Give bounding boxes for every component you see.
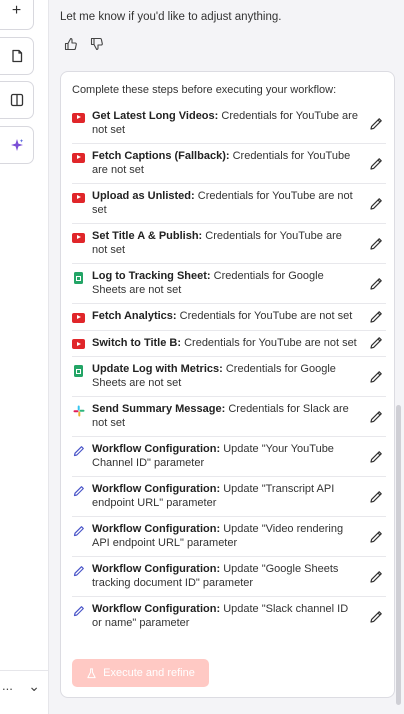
step-node-name: Workflow Configuration: bbox=[92, 443, 221, 455]
scrollbar-thumb[interactable] bbox=[396, 405, 401, 705]
checklist-step[interactable]: Update Log with Metrics: Credentials for… bbox=[72, 357, 386, 397]
feedback-buttons bbox=[64, 37, 104, 51]
execute-label: Execute and refine bbox=[103, 667, 195, 679]
pencil-config-icon bbox=[72, 605, 85, 616]
youtube-icon bbox=[72, 232, 85, 243]
thumbs-up-icon[interactable] bbox=[64, 37, 78, 51]
edit-pencil-icon[interactable] bbox=[368, 156, 384, 172]
pencil-config-icon bbox=[72, 445, 85, 456]
edit-pencil-icon[interactable] bbox=[368, 409, 384, 425]
checklist-steps: Get Latest Long Videos: Credentials for … bbox=[72, 104, 386, 636]
checklist-step[interactable]: Get Latest Long Videos: Credentials for … bbox=[72, 104, 386, 144]
flask-icon bbox=[87, 667, 96, 678]
step-text: Switch to Title B: Credentials for YouTu… bbox=[92, 337, 357, 351]
edit-pencil-icon[interactable] bbox=[368, 449, 384, 465]
youtube-icon bbox=[72, 312, 85, 323]
checklist-step[interactable]: Workflow Configuration: Update "Slack ch… bbox=[72, 597, 386, 636]
step-node-name: Set Title A & Publish: bbox=[92, 230, 203, 242]
checklist-step[interactable]: Workflow Configuration: Update "Video re… bbox=[72, 517, 386, 557]
edit-pencil-icon[interactable] bbox=[368, 116, 384, 132]
step-node-name: Get Latest Long Videos: bbox=[92, 110, 219, 122]
notes-button[interactable] bbox=[0, 37, 34, 75]
slack-icon bbox=[72, 405, 85, 416]
step-text: Workflow Configuration: Update "Slack ch… bbox=[92, 603, 360, 630]
step-node-name: Upload as Unlisted: bbox=[92, 190, 195, 202]
checklist-step[interactable]: Fetch Captions (Fallback): Credentials f… bbox=[72, 144, 386, 184]
edit-pencil-icon[interactable] bbox=[368, 236, 384, 252]
step-node-name: Workflow Configuration: bbox=[92, 563, 221, 575]
pencil-config-icon bbox=[72, 485, 85, 496]
edit-pencil-icon[interactable] bbox=[368, 609, 384, 625]
checklist-step[interactable]: Set Title A & Publish: Credentials for Y… bbox=[72, 224, 386, 264]
step-node-name: Update Log with Metrics: bbox=[92, 363, 223, 375]
rail-footer: ... ⌄ bbox=[0, 670, 48, 700]
step-node-name: Log to Tracking Sheet: bbox=[92, 270, 211, 282]
more-options-icon[interactable]: ... bbox=[2, 678, 13, 693]
step-text: Upload as Unlisted: Credentials for YouT… bbox=[92, 190, 360, 217]
step-text: Send Summary Message: Credentials for Sl… bbox=[92, 403, 360, 430]
step-text: Get Latest Long Videos: Credentials for … bbox=[92, 110, 360, 137]
chat-panel: Let me know if you'd like to adjust anyt… bbox=[49, 0, 404, 714]
pencil-config-icon bbox=[72, 525, 85, 536]
checklist-step[interactable]: Workflow Configuration: Update "Google S… bbox=[72, 557, 386, 597]
step-node-name: Fetch Analytics: bbox=[92, 310, 177, 322]
step-text: Workflow Configuration: Update "Google S… bbox=[92, 563, 360, 590]
add-button[interactable]: + bbox=[0, 0, 34, 30]
step-node-name: Fetch Captions (Fallback): bbox=[92, 150, 230, 162]
setup-checklist-card: Complete these steps before executing yo… bbox=[60, 71, 395, 698]
pencil-config-icon bbox=[72, 565, 85, 576]
chevron-down-icon[interactable]: ⌄ bbox=[28, 679, 40, 693]
checklist-step[interactable]: Workflow Configuration: Update "Transcri… bbox=[72, 477, 386, 517]
checklist-step[interactable]: Send Summary Message: Credentials for Sl… bbox=[72, 397, 386, 437]
google-sheets-icon bbox=[72, 271, 85, 284]
step-text: Workflow Configuration: Update "Video re… bbox=[92, 523, 360, 550]
step-description: Credentials for YouTube are not set bbox=[184, 336, 357, 349]
thumbs-down-icon[interactable] bbox=[90, 37, 104, 51]
youtube-icon bbox=[72, 192, 85, 203]
edit-pencil-icon[interactable] bbox=[368, 276, 384, 292]
panel-toggle-button[interactable] bbox=[0, 81, 34, 119]
step-text: Fetch Analytics: Credentials for YouTube… bbox=[92, 310, 352, 324]
checklist-step[interactable]: Upload as Unlisted: Credentials for YouT… bbox=[72, 184, 386, 224]
checklist-step[interactable]: Fetch Analytics: Credentials for YouTube… bbox=[72, 304, 386, 331]
plus-icon: + bbox=[11, 2, 22, 19]
edit-pencil-icon[interactable] bbox=[368, 196, 384, 212]
assistant-message: Let me know if you'd like to adjust anyt… bbox=[60, 11, 282, 23]
step-node-name: Switch to Title B: bbox=[92, 336, 182, 349]
step-description: Credentials for YouTube are not set bbox=[179, 310, 353, 322]
checklist-step[interactable]: Workflow Configuration: Update "Your You… bbox=[72, 437, 386, 477]
checklist-title: Complete these steps before executing yo… bbox=[72, 84, 337, 96]
step-text: Workflow Configuration: Update "Transcri… bbox=[92, 483, 360, 510]
edit-pencil-icon[interactable] bbox=[368, 309, 384, 325]
execute-and-refine-button[interactable]: Execute and refine bbox=[72, 659, 209, 687]
edit-pencil-icon[interactable] bbox=[368, 369, 384, 385]
step-text: Set Title A & Publish: Credentials for Y… bbox=[92, 230, 360, 257]
step-node-name: Workflow Configuration: bbox=[92, 523, 221, 535]
note-icon bbox=[11, 49, 22, 63]
step-text: Workflow Configuration: Update "Your You… bbox=[92, 443, 360, 470]
youtube-icon bbox=[72, 339, 85, 350]
youtube-icon bbox=[72, 112, 85, 123]
sparkle-icon bbox=[10, 139, 23, 151]
youtube-icon bbox=[72, 152, 85, 163]
edit-pencil-icon[interactable] bbox=[368, 569, 384, 585]
left-rail: + ... ⌄ bbox=[0, 0, 49, 714]
panel-icon bbox=[10, 93, 23, 107]
edit-pencil-icon[interactable] bbox=[368, 489, 384, 505]
step-node-name: Workflow Configuration: bbox=[92, 483, 221, 495]
checklist-step[interactable]: Log to Tracking Sheet: Credentials for G… bbox=[72, 264, 386, 304]
edit-pencil-icon[interactable] bbox=[368, 335, 384, 351]
step-node-name: Send Summary Message: bbox=[92, 403, 226, 415]
step-node-name: Workflow Configuration: bbox=[92, 603, 221, 615]
ai-assistant-button[interactable] bbox=[0, 126, 34, 164]
google-sheets-icon bbox=[72, 364, 85, 377]
edit-pencil-icon[interactable] bbox=[368, 529, 384, 545]
checklist-step[interactable]: Switch to Title B: Credentials for YouTu… bbox=[72, 331, 386, 357]
step-text: Fetch Captions (Fallback): Credentials f… bbox=[92, 150, 360, 177]
step-text: Update Log with Metrics: Credentials for… bbox=[92, 363, 360, 390]
step-text: Log to Tracking Sheet: Credentials for G… bbox=[92, 270, 360, 297]
